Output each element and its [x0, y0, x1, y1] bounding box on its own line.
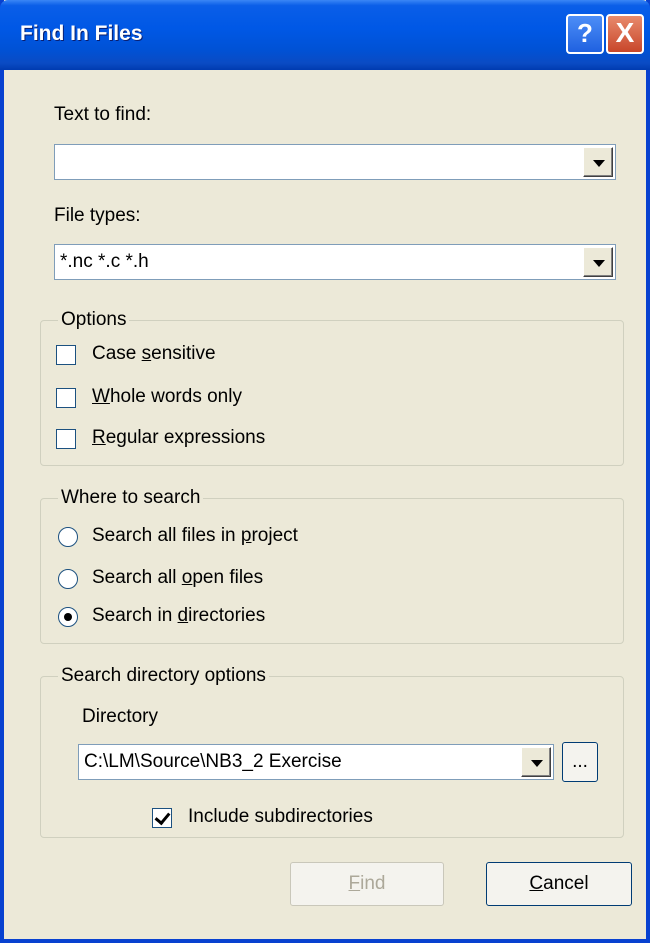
directory-combo[interactable]: C:\LM\Source\NB3_2 Exercise [78, 744, 554, 780]
find-in-files-dialog: Find In Files ? X Text to find: File typ… [0, 0, 650, 943]
whole-words-checkbox[interactable] [56, 388, 76, 408]
directory-value[interactable]: C:\LM\Source\NB3_2 Exercise [84, 751, 342, 773]
where-to-search-legend: Where to search [58, 487, 204, 509]
search-project-radio[interactable] [58, 527, 78, 547]
help-button[interactable]: ? [566, 14, 604, 54]
whole-words-label[interactable]: Whole words only [92, 386, 242, 408]
search-open-files-radio[interactable] [58, 569, 78, 589]
directory-label: Directory [82, 706, 159, 727]
regular-expressions-checkbox[interactable] [56, 429, 76, 449]
find-button[interactable]: Find [290, 862, 444, 906]
include-subdirectories-checkbox[interactable] [152, 808, 172, 828]
search-directories-label[interactable]: Search in directories [92, 605, 265, 627]
options-legend: Options [58, 309, 130, 331]
file-types-value[interactable]: *.nc *.c *.h [60, 251, 149, 273]
search-open-files-label[interactable]: Search all open files [92, 567, 263, 589]
file-types-combo[interactable]: *.nc *.c *.h [54, 244, 616, 280]
search-project-label[interactable]: Search all files in project [92, 525, 298, 547]
title-bar[interactable]: Find In Files ? X [0, 0, 650, 70]
include-subdirectories-label[interactable]: Include subdirectories [188, 806, 373, 828]
file-types-label: File types: [54, 205, 141, 226]
browse-directory-button[interactable]: ... [562, 742, 598, 782]
close-icon: X [615, 17, 635, 48]
browse-label: ... [572, 751, 588, 772]
dialog-title: Find In Files [20, 22, 143, 45]
text-to-find-label: Text to find: [54, 104, 152, 125]
search-directories-radio[interactable] [58, 607, 78, 627]
file-types-dropdown-arrow-icon[interactable] [583, 247, 613, 277]
case-sensitive-label[interactable]: Case sensitive [92, 343, 216, 365]
directory-dropdown-arrow-icon[interactable] [521, 747, 551, 777]
text-to-find-combo[interactable] [54, 144, 616, 180]
text-to-find-dropdown-arrow-icon[interactable] [583, 147, 613, 177]
regular-expressions-label[interactable]: Regular expressions [92, 427, 265, 449]
case-sensitive-checkbox[interactable] [56, 345, 76, 365]
help-icon: ? [577, 18, 593, 48]
close-button[interactable]: X [606, 14, 644, 54]
search-directory-options-legend: Search directory options [58, 665, 269, 687]
cancel-button[interactable]: Cancel [486, 862, 632, 906]
